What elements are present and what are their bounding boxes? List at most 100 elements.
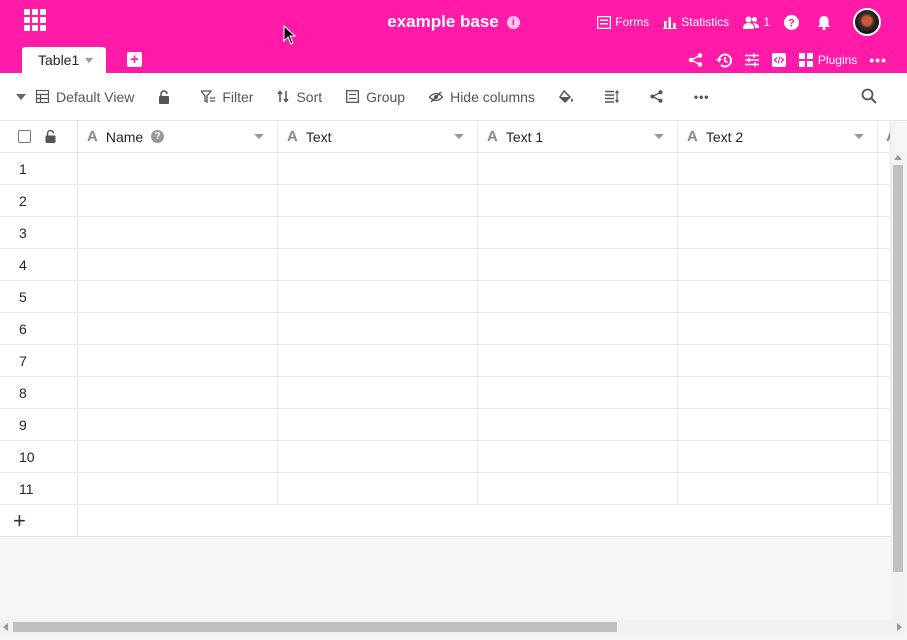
table-cell[interactable]: [78, 281, 278, 312]
group-button[interactable]: Group: [346, 89, 405, 105]
table-cell[interactable]: [78, 377, 278, 408]
table-cell[interactable]: [278, 473, 478, 504]
row-height-button[interactable]: [604, 90, 626, 103]
row-number-cell[interactable]: 1: [0, 153, 78, 184]
table-cell-partial[interactable]: [878, 377, 891, 408]
add-table-button[interactable]: +: [127, 52, 142, 67]
scroll-up-icon[interactable]: [894, 155, 902, 160]
table-cell[interactable]: [678, 185, 878, 216]
statistics-button[interactable]: Statistics: [663, 15, 729, 29]
chevron-down-icon[interactable]: [254, 134, 264, 139]
view-lock-button[interactable]: [158, 89, 177, 104]
table-cell[interactable]: [678, 409, 878, 440]
column-header-text-1[interactable]: A Text 1: [478, 121, 678, 152]
table-cell[interactable]: [478, 473, 678, 504]
table-cell[interactable]: [78, 345, 278, 376]
table-cell[interactable]: [78, 409, 278, 440]
table-cell[interactable]: [678, 441, 878, 472]
horizontal-scroll-thumb[interactable]: [13, 622, 617, 632]
table-cell[interactable]: [678, 217, 878, 248]
table-cell[interactable]: [678, 249, 878, 280]
table-cell[interactable]: [678, 377, 878, 408]
table-cell[interactable]: [678, 313, 878, 344]
add-row-cell[interactable]: +: [0, 505, 78, 536]
chevron-down-icon[interactable]: [85, 57, 94, 63]
notifications-button[interactable]: [817, 15, 835, 30]
chevron-down-icon[interactable]: [454, 134, 464, 139]
table-cell[interactable]: [278, 185, 478, 216]
base-title-text[interactable]: example base: [387, 12, 499, 31]
table-cell[interactable]: [478, 377, 678, 408]
table-row[interactable]: 7: [0, 345, 891, 377]
table-cell[interactable]: [478, 185, 678, 216]
column-header-partial[interactable]: A: [878, 121, 891, 152]
help-button[interactable]: ?: [784, 14, 803, 30]
table-cell[interactable]: [278, 281, 478, 312]
table-cell[interactable]: [278, 377, 478, 408]
table-cell[interactable]: [278, 409, 478, 440]
table-cell[interactable]: [78, 153, 278, 184]
chevron-down-icon[interactable]: [854, 134, 864, 139]
table-cell-partial[interactable]: [878, 441, 891, 472]
table-cell[interactable]: [78, 441, 278, 472]
filter-button[interactable]: Filter: [201, 89, 253, 105]
table-cell[interactable]: [478, 281, 678, 312]
forms-button[interactable]: Forms: [597, 15, 649, 29]
table-cell[interactable]: [478, 409, 678, 440]
apps-grid-icon[interactable]: [24, 9, 46, 31]
tab-table1[interactable]: Table1: [22, 47, 106, 73]
table-cell[interactable]: [278, 441, 478, 472]
table-cell[interactable]: [678, 153, 878, 184]
unlock-icon[interactable]: [45, 130, 56, 143]
row-number-cell[interactable]: 10: [0, 441, 78, 472]
table-cell-partial[interactable]: [878, 185, 891, 216]
row-number-cell[interactable]: 6: [0, 313, 78, 344]
table-cell[interactable]: [678, 345, 878, 376]
table-cell[interactable]: [78, 473, 278, 504]
scroll-left-icon[interactable]: [3, 623, 8, 631]
view-selector[interactable]: Default View: [36, 89, 134, 105]
row-number-cell[interactable]: 3: [0, 217, 78, 248]
table-cell[interactable]: [478, 345, 678, 376]
search-button[interactable]: [861, 88, 877, 107]
hide-columns-button[interactable]: Hide columns: [429, 89, 535, 105]
row-number-cell[interactable]: 7: [0, 345, 78, 376]
add-row[interactable]: +: [0, 505, 891, 537]
table-row[interactable]: 9: [0, 409, 891, 441]
more-view-options-button[interactable]: •••: [694, 90, 710, 104]
table-cell[interactable]: [478, 313, 678, 344]
view-caret-icon[interactable]: [16, 93, 26, 100]
table-cell[interactable]: [78, 313, 278, 344]
table-cell[interactable]: [78, 217, 278, 248]
table-cell-partial[interactable]: [878, 249, 891, 280]
row-number-cell[interactable]: 8: [0, 377, 78, 408]
table-cell[interactable]: [78, 185, 278, 216]
share-view-button[interactable]: [650, 90, 670, 103]
scroll-right-icon[interactable]: [897, 623, 902, 631]
table-cell[interactable]: [478, 249, 678, 280]
table-cell-partial[interactable]: [878, 409, 891, 440]
chevron-down-icon[interactable]: [654, 134, 664, 139]
table-cell[interactable]: [278, 313, 478, 344]
script-icon[interactable]: [771, 53, 786, 67]
table-cell[interactable]: [278, 249, 478, 280]
table-cell-partial[interactable]: [878, 473, 891, 504]
column-header-text-2[interactable]: A Text 2: [678, 121, 878, 152]
table-row[interactable]: 10: [0, 441, 891, 473]
table-row[interactable]: 1: [0, 153, 891, 185]
table-cell-partial[interactable]: [878, 153, 891, 184]
table-cell[interactable]: [278, 153, 478, 184]
column-header-name[interactable]: A Name ?: [78, 121, 278, 152]
row-number-cell[interactable]: 5: [0, 281, 78, 312]
info-icon[interactable]: i: [506, 16, 520, 29]
table-cell[interactable]: [78, 249, 278, 280]
vertical-scrollbar[interactable]: [891, 153, 905, 621]
row-number-cell[interactable]: 9: [0, 409, 78, 440]
help-icon[interactable]: ?: [151, 130, 165, 143]
table-cell[interactable]: [278, 345, 478, 376]
row-number-cell[interactable]: 11: [0, 473, 78, 504]
table-cell-partial[interactable]: [878, 345, 891, 376]
plus-icon[interactable]: +: [0, 506, 26, 536]
row-color-button[interactable]: [558, 89, 581, 104]
table-cell[interactable]: [678, 473, 878, 504]
